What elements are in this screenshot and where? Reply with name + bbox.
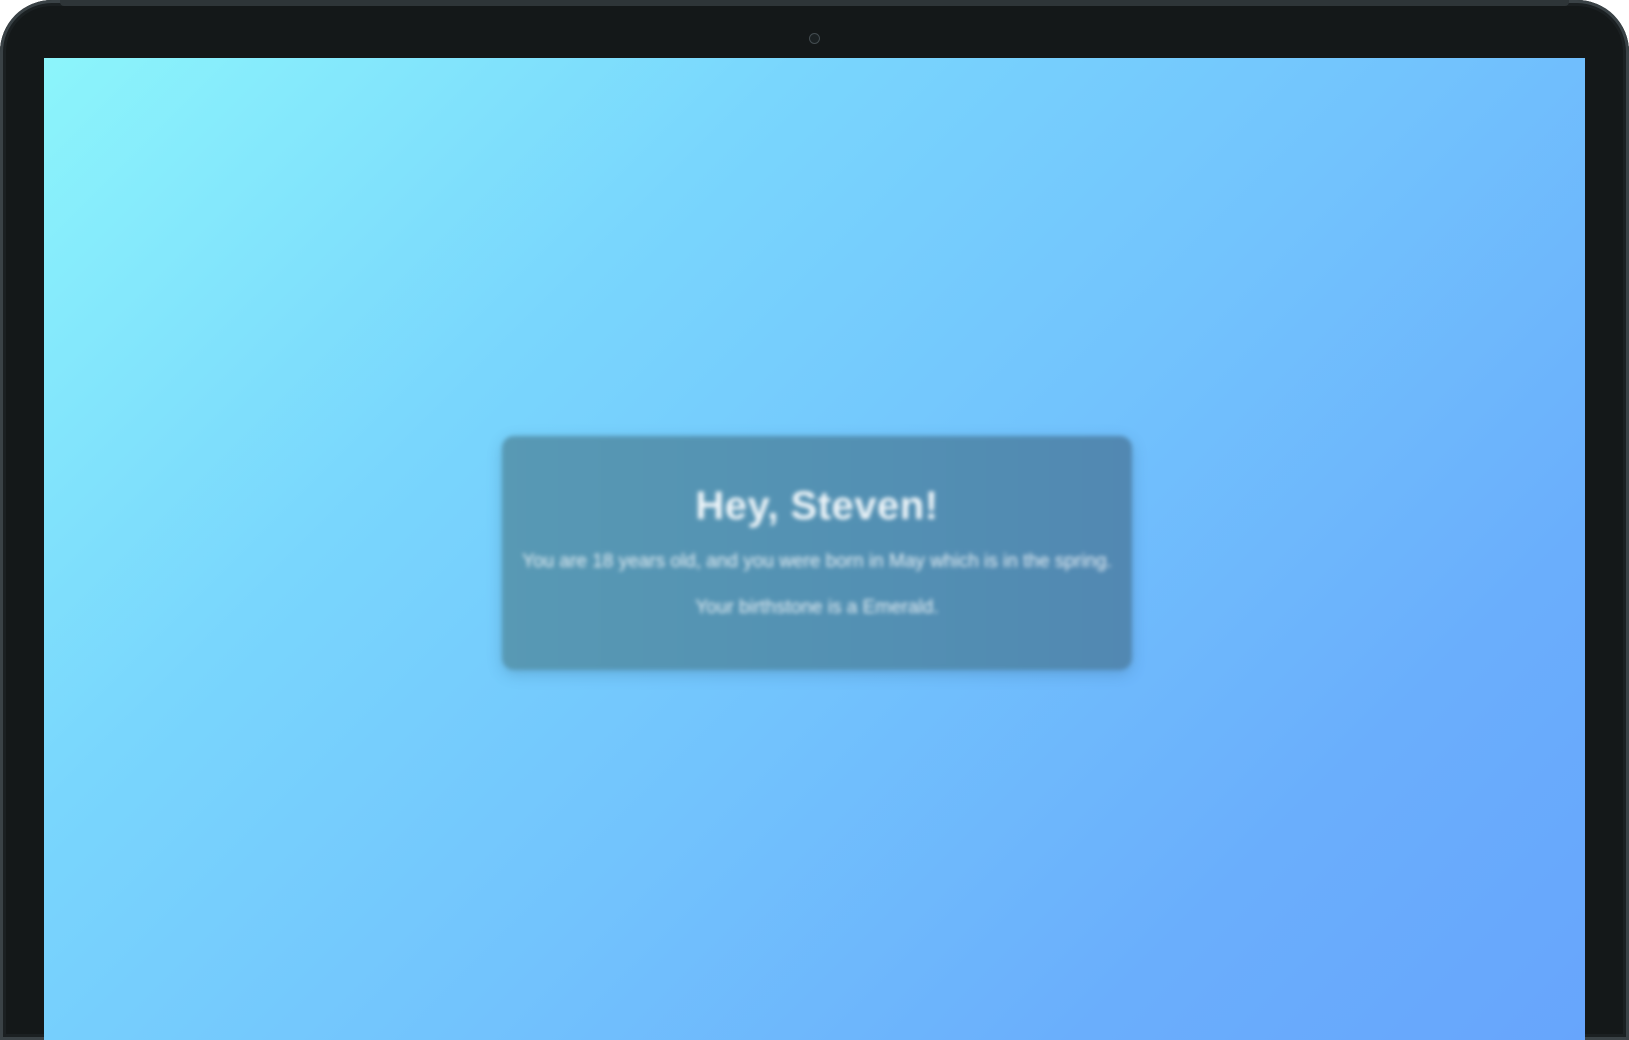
greeting-title: Hey, Steven! bbox=[695, 484, 939, 528]
birthstone-text: Your birthstone is a Emerald. bbox=[695, 597, 939, 618]
screen: Hey, Steven! You are 18 years old, and y… bbox=[44, 58, 1585, 1040]
laptop-frame: Hey, Steven! You are 18 years old, and y… bbox=[0, 0, 1629, 1040]
greeting-card: Hey, Steven! You are 18 years old, and y… bbox=[502, 436, 1132, 670]
age-season-text: You are 18 years old, and you were born … bbox=[522, 551, 1112, 572]
webcam-icon bbox=[809, 33, 820, 44]
bezel-top-edge bbox=[60, 0, 1569, 6]
